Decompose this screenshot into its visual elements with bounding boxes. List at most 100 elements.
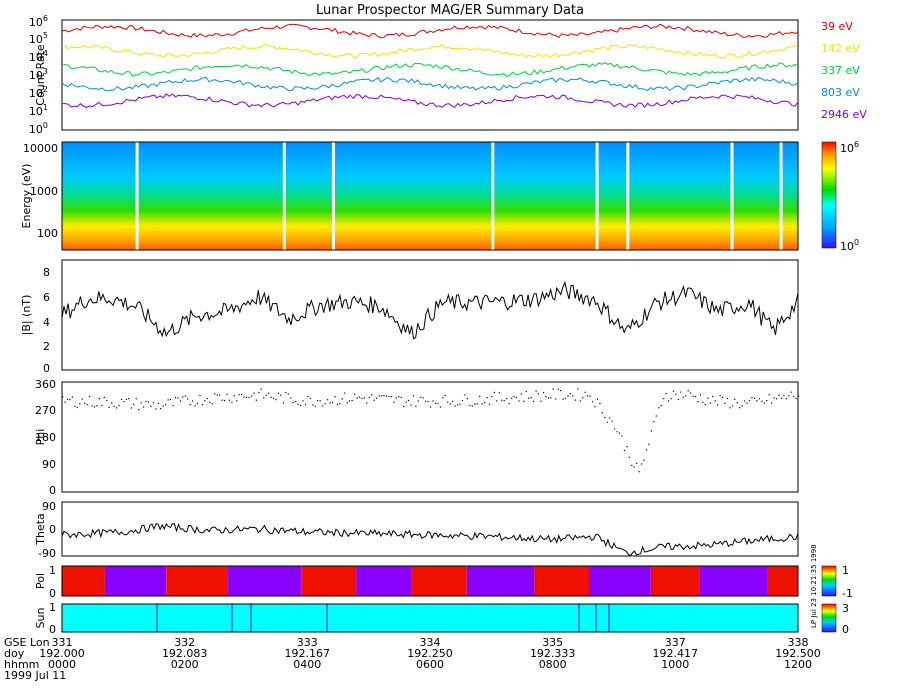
sun-cbar-tick-3: 3 xyxy=(842,602,849,615)
phi-point xyxy=(66,398,69,400)
phi-point xyxy=(697,401,699,403)
pol-bars xyxy=(62,566,798,596)
phi-point xyxy=(331,401,334,403)
phi-point xyxy=(219,394,221,396)
spectrogram-ytick-100: 100 xyxy=(37,227,58,240)
theta-line xyxy=(61,522,799,557)
phi-points xyxy=(62,388,800,473)
colorbar-exp-max: 6 xyxy=(854,140,859,149)
sun-panel: Sun 1 0 3 0 xyxy=(34,601,849,636)
plot-timestamp: LP Jul 23 10:21:35 1998 xyxy=(810,544,818,628)
pol-segment xyxy=(166,566,228,596)
count-rate-legend-label: 803 eV xyxy=(821,86,860,99)
phi-point xyxy=(270,396,272,398)
phi-point xyxy=(461,399,464,402)
phi-point xyxy=(523,400,525,402)
phi-ytick-360: 360 xyxy=(35,378,56,391)
phi-point xyxy=(560,390,562,392)
phi-frame xyxy=(61,381,799,493)
phi-point xyxy=(714,400,716,402)
phi-point xyxy=(645,449,648,451)
phi-point xyxy=(434,402,437,404)
phi-point xyxy=(511,397,513,399)
phi-point xyxy=(196,402,199,405)
phi-point xyxy=(525,390,527,393)
phi-point xyxy=(587,395,589,397)
count-rate-lines xyxy=(61,23,799,109)
sun-colorbar xyxy=(821,603,837,633)
phi-point xyxy=(552,388,554,390)
phi-point xyxy=(444,394,446,397)
pol-ylabel: Pol xyxy=(34,573,47,589)
count-rate-legend: 39 eV 142 eV 337 eV 803 eV 2946 eV xyxy=(821,20,867,121)
spectrogram-panel: Energy (eV) 10000 1000 100 106 100 xyxy=(20,140,859,253)
phi-point xyxy=(447,401,449,403)
phi-point xyxy=(712,395,714,397)
phi-point xyxy=(783,394,785,396)
phi-point xyxy=(383,395,385,397)
phi-point xyxy=(184,395,186,397)
phi-point xyxy=(773,397,775,399)
count-rate-line xyxy=(61,76,799,92)
phi-point xyxy=(736,402,738,404)
phi-point xyxy=(653,420,655,423)
phi-point xyxy=(648,443,650,445)
phi-point xyxy=(457,404,459,406)
phi-point xyxy=(430,406,432,408)
phi-point xyxy=(555,398,557,400)
phi-point xyxy=(572,395,574,397)
phi-point xyxy=(189,404,191,406)
bmag-ytick-0: 0 xyxy=(43,362,50,375)
phi-point xyxy=(304,403,307,406)
phi-point xyxy=(358,396,361,398)
phi-point xyxy=(726,397,729,399)
count-rate-legend-label: 142 eV xyxy=(821,42,860,55)
phi-point xyxy=(601,412,603,414)
phi-point xyxy=(292,401,294,403)
theta-ytick-minus90: -90 xyxy=(38,547,56,560)
x-tick-hhmm: 0600 xyxy=(416,658,444,671)
phi-point xyxy=(515,396,518,399)
phi-point xyxy=(761,400,763,402)
exp-1: 1 xyxy=(43,103,48,112)
phi-point xyxy=(547,397,549,399)
phi-point xyxy=(584,391,586,393)
phi-point xyxy=(194,405,196,407)
pol-segment xyxy=(466,566,535,596)
exp-2: 2 xyxy=(43,85,48,94)
x-tick-hhmm: 0000 xyxy=(48,658,76,671)
phi-point xyxy=(685,395,687,397)
phi-point xyxy=(177,397,179,399)
phi-point xyxy=(412,395,414,397)
phi-point xyxy=(707,397,709,399)
phi-point xyxy=(273,397,275,399)
phi-point xyxy=(400,396,402,398)
phi-point xyxy=(81,398,83,400)
pol-segment xyxy=(589,566,651,596)
phi-point xyxy=(721,396,724,398)
phi-point xyxy=(449,403,451,405)
phi-point xyxy=(192,400,194,402)
phi-point xyxy=(120,398,123,401)
phi-point xyxy=(577,388,579,390)
exp-4: 4 xyxy=(43,49,48,58)
phi-point xyxy=(116,407,118,409)
bmag-frame xyxy=(61,259,799,371)
phi-point xyxy=(334,396,336,398)
phi-point xyxy=(390,396,392,398)
phi-point xyxy=(545,396,547,398)
phi-point xyxy=(341,398,343,400)
phi-point xyxy=(93,406,96,408)
phi-point xyxy=(606,421,608,423)
phi-point xyxy=(739,407,741,409)
pol-ytick-1: 1 xyxy=(49,564,56,577)
phi-point xyxy=(793,396,795,398)
count-rate-legend-label: 39 eV xyxy=(821,20,853,33)
phi-point xyxy=(336,403,338,405)
phi-point xyxy=(167,399,169,401)
phi-point xyxy=(422,397,424,399)
phi-point xyxy=(479,395,481,397)
phi-point xyxy=(206,398,208,400)
bmag-ytick-6: 6 xyxy=(43,291,50,304)
phi-point xyxy=(415,405,417,407)
